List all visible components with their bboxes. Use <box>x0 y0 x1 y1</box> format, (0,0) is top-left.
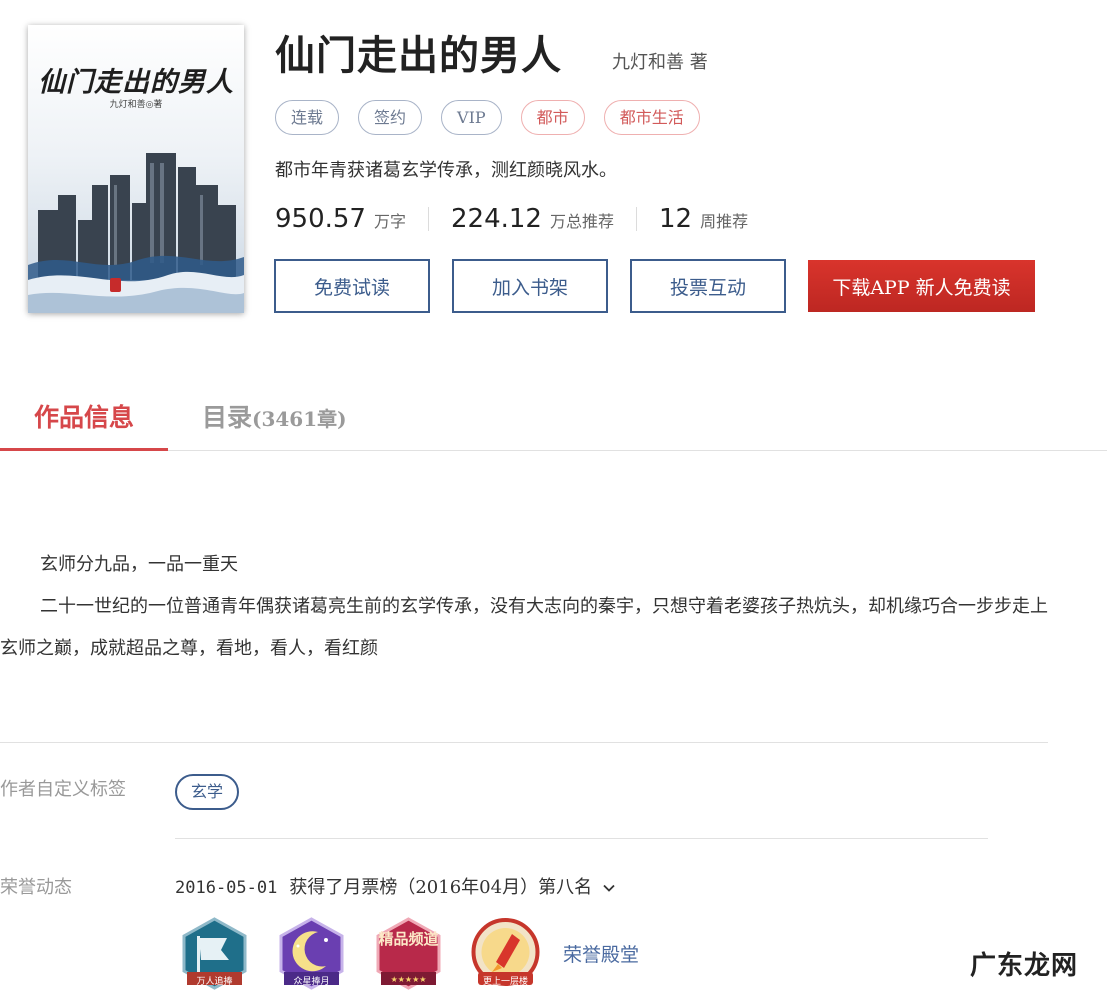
badge-caption: 众星捧月 <box>293 977 330 987</box>
tag-serial[interactable]: 连载 <box>275 100 340 135</box>
description-line: 二十一世纪的一位普通青年偶获诸葛亮生前的玄学传承，没有大志向的秦宇，只想守着老婆… <box>0 596 1048 659</box>
svg-text:★★★★★: ★★★★★ <box>391 975 427 984</box>
section-divider <box>0 742 1048 743</box>
stat-value: 12 <box>659 204 693 234</box>
download-app-button[interactable]: 下载APP 新人免费读 <box>808 260 1035 312</box>
honor-date: 2016-05-01 <box>175 878 278 898</box>
honor-badges: 万人追捧 众星捧月 ★★★★★ 精品频道 更上一层楼 荣誉殿堂 <box>177 916 639 991</box>
publisher-seal-icon <box>110 278 121 292</box>
honor-hall-link[interactable]: 荣誉殿堂 <box>563 940 639 967</box>
tag-genre-city-life[interactable]: 都市生活 <box>603 100 700 135</box>
stat-unit: 万总推荐 <box>549 212 614 231</box>
badge-caption: 万人追捧 <box>196 977 233 987</box>
book-author[interactable]: 九灯和善 著 <box>612 50 708 76</box>
custom-tags-label: 作者自定义标签 <box>0 779 126 800</box>
site-watermark: 广东龙网 <box>970 951 1079 981</box>
section-divider <box>175 838 988 839</box>
tag-vip[interactable]: VIP <box>441 100 502 135</box>
chapter-count: (3461章) <box>252 407 347 431</box>
book-intro: 都市年青获诸葛玄学传承，测红颜晓风水。 <box>275 160 617 181</box>
stat-word-count: 950.57 万字 <box>275 200 406 238</box>
cover-author: 九灯和善◎著 <box>109 100 163 110</box>
vote-button[interactable]: 投票互动 <box>630 259 786 313</box>
tab-catalog-label: 目录 <box>202 403 253 432</box>
stat-unit: 周推荐 <box>700 212 749 231</box>
rocket-badge-icon[interactable]: 更上一层楼 <box>468 916 543 991</box>
action-bar: 免费试读 加入书架 投票互动 下载APP 新人免费读 <box>274 259 1035 313</box>
quality-badge-icon[interactable]: ★★★★★ 精品频道 <box>371 916 446 991</box>
honor-text: 获得了月票榜（2016年04月）第八名 <box>289 877 593 898</box>
tag-signed[interactable]: 签约 <box>358 100 423 135</box>
add-to-shelf-button[interactable]: 加入书架 <box>452 259 608 313</box>
tag-genre-city[interactable]: 都市 <box>520 100 585 135</box>
stat-weekly-recommend: 12 周推荐 <box>659 200 748 238</box>
book-description: 玄师分九品，一品一重天 二十一世纪的一位普通青年偶获诸葛亮生前的玄学传承，没有大… <box>0 544 1060 670</box>
badge-title: 精品频道 <box>378 930 439 948</box>
tab-work-info[interactable]: 作品信息 <box>0 390 168 451</box>
book-cover[interactable]: 仙门走出的男人 九灯和善◎著 <box>28 25 244 313</box>
stat-value: 950.57 <box>275 204 366 234</box>
description-line: 玄师分九品，一品一重天 <box>40 554 238 575</box>
stat-divider <box>428 207 429 231</box>
stat-divider <box>636 207 637 231</box>
book-title: 仙门走出的男人 <box>275 33 562 79</box>
book-stats: 950.57 万字 224.12 万总推荐 12 周推荐 <box>275 200 748 238</box>
stat-unit: 万字 <box>373 212 406 231</box>
content-tabs: 作品信息 目录(3461章) <box>0 390 1107 451</box>
tab-catalog[interactable]: 目录(3461章) <box>202 390 347 451</box>
stat-total-recommend: 224.12 万总推荐 <box>451 200 614 238</box>
book-tags: 连载 签约 VIP 都市 都市生活 <box>275 100 700 135</box>
free-read-button[interactable]: 免费试读 <box>274 259 430 313</box>
honor-dropdown[interactable]: 2016-05-01 获得了月票榜（2016年04月）第八名 <box>175 873 616 903</box>
stat-value: 224.12 <box>451 204 542 234</box>
moon-badge-icon[interactable]: 众星捧月 <box>274 916 349 991</box>
cover-title: 仙门走出的男人 <box>38 67 234 98</box>
honor-label: 荣誉动态 <box>0 877 72 898</box>
badge-caption: 更上一层楼 <box>482 977 528 987</box>
flag-badge-icon[interactable]: 万人追捧 <box>177 916 252 991</box>
chevron-down-icon <box>603 884 615 892</box>
custom-tag-xuanxue[interactable]: 玄学 <box>175 774 240 810</box>
